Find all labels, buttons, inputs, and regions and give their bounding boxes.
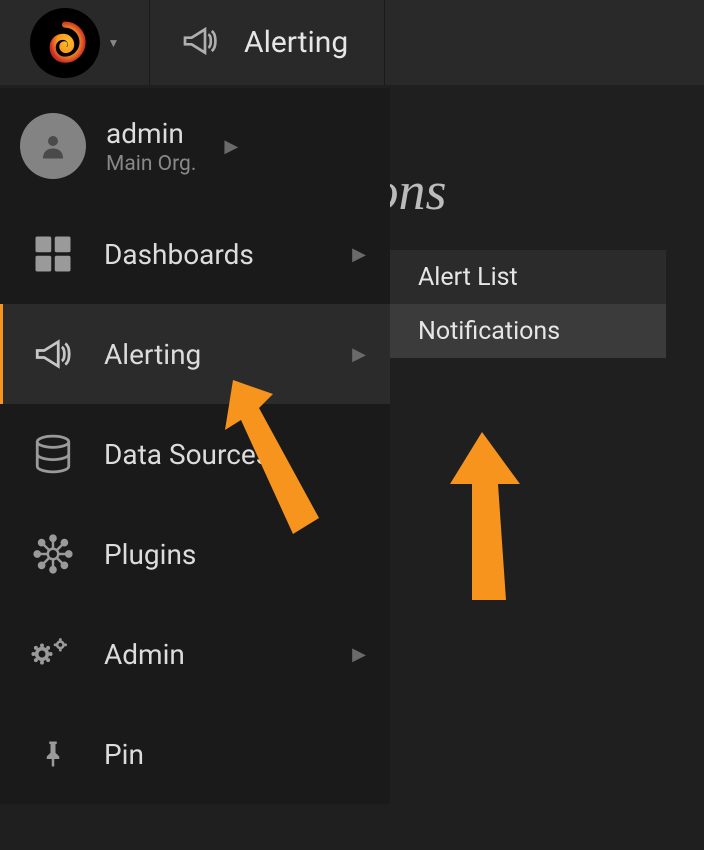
top-bar: ▼ Alerting (0, 0, 704, 85)
submenu-alerting: Alert List Notifications (390, 250, 666, 358)
pin-icon (30, 731, 76, 777)
menu-item-profile[interactable]: admin Main Org. ▶ (0, 88, 390, 204)
chevron-right-icon: ▶ (352, 644, 366, 665)
menu-item-plugins[interactable]: Plugins (0, 504, 390, 604)
side-menu: admin Main Org. ▶ Dashboards ▶ Alerting … (0, 88, 390, 804)
dashboards-icon (30, 231, 76, 277)
profile-org: Main Org. (106, 152, 196, 176)
menu-label-data-sources: Data Sources (104, 438, 390, 471)
menu-label-alerting: Alerting (104, 338, 324, 371)
chevron-right-icon: ▶ (352, 344, 366, 365)
database-icon (30, 431, 76, 477)
menu-label-admin: Admin (104, 638, 324, 671)
menu-label-plugins: Plugins (104, 538, 390, 571)
menu-label-pin: Pin (104, 738, 390, 771)
menu-label-dashboards: Dashboards (104, 238, 324, 271)
submenu-item-alert-list[interactable]: Alert List (390, 250, 666, 304)
submenu-item-notifications[interactable]: Notifications (390, 304, 666, 358)
menu-item-data-sources[interactable]: Data Sources (0, 404, 390, 504)
chevron-right-icon: ▶ (224, 136, 238, 157)
profile-name: admin (106, 117, 196, 150)
header-title: Alerting (244, 25, 348, 60)
menu-item-admin[interactable]: Admin ▶ (0, 604, 390, 704)
megaphone-icon (180, 21, 220, 65)
avatar (20, 113, 86, 179)
menu-item-pin[interactable]: Pin (0, 704, 390, 804)
user-icon (38, 131, 68, 161)
gears-icon (30, 631, 76, 677)
menu-item-alerting[interactable]: Alerting ▶ (0, 304, 390, 404)
logo-dropdown[interactable]: ▼ (0, 0, 150, 85)
plugins-icon (30, 531, 76, 577)
menu-item-dashboards[interactable]: Dashboards ▶ (0, 204, 390, 304)
caret-down-icon: ▼ (108, 36, 120, 50)
header-section[interactable]: Alerting (150, 0, 385, 85)
megaphone-icon (30, 331, 76, 377)
profile-text: admin Main Org. (106, 117, 196, 176)
logo (30, 8, 100, 78)
grafana-logo-icon (43, 21, 87, 65)
chevron-right-icon: ▶ (352, 244, 366, 265)
